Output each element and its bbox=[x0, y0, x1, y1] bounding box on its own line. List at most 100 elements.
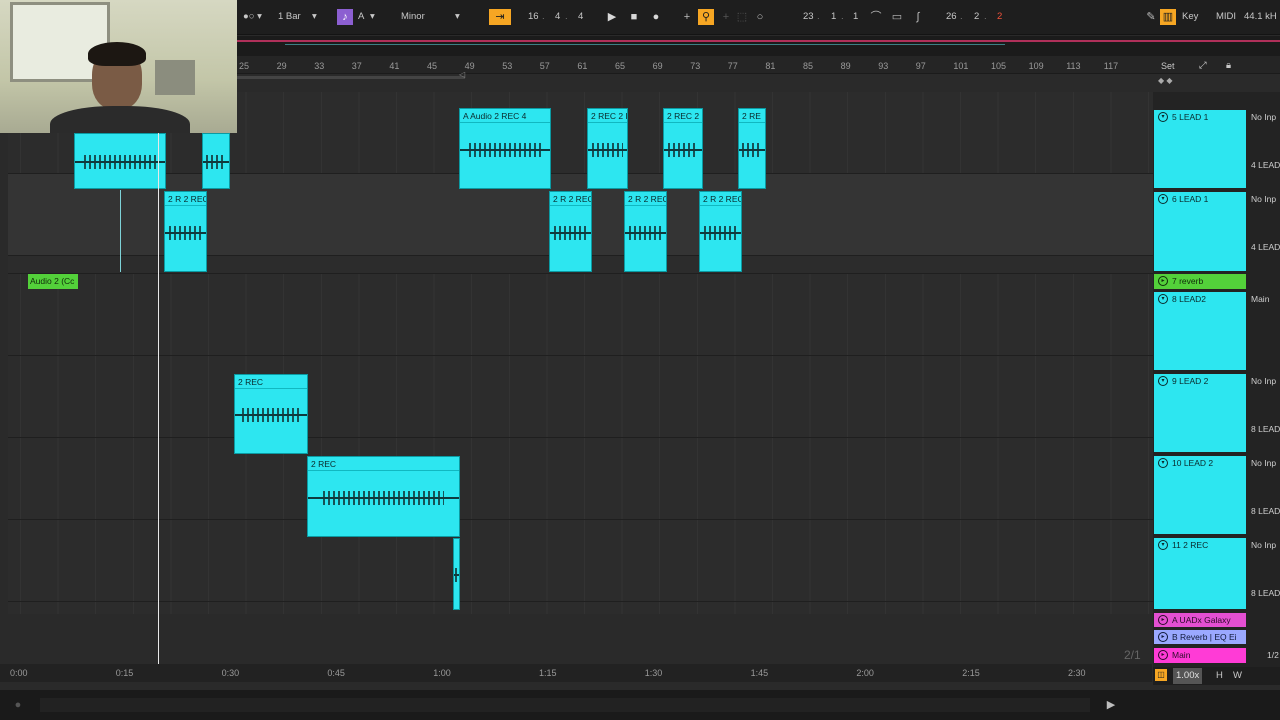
record-icon[interactable]: ● bbox=[648, 9, 664, 25]
output-select[interactable]: 8 LEAD bbox=[1251, 424, 1280, 434]
track-header-9[interactable]: ▾ 9 LEAD 2 bbox=[1154, 374, 1246, 452]
loop-length-sixteenths[interactable]: 2 bbox=[997, 9, 1002, 25]
stop-icon[interactable]: ■ bbox=[626, 9, 642, 25]
zoom-readout[interactable]: 1.00x bbox=[1173, 668, 1203, 684]
ruler-tick: 25 bbox=[239, 61, 250, 71]
ruler-tick: 57 bbox=[539, 61, 550, 71]
clip[interactable]: 2 REC bbox=[307, 456, 460, 537]
zoom-icon[interactable]: ◫ bbox=[1155, 669, 1167, 681]
lane-9-lead-2[interactable] bbox=[8, 356, 1153, 438]
playhead[interactable] bbox=[158, 92, 159, 664]
time-label: 1:45 bbox=[750, 668, 769, 678]
clip[interactable] bbox=[202, 133, 230, 189]
reverb-audio-clip[interactable]: Audio 2 (Cc bbox=[28, 274, 78, 289]
play-icon[interactable]: ▶ bbox=[1103, 697, 1119, 713]
ruler-tick: 53 bbox=[502, 61, 513, 71]
output-select[interactable]: Main bbox=[1251, 294, 1269, 304]
clip[interactable]: 2 R 2 REC bbox=[164, 191, 207, 272]
metronome-toggle[interactable]: ●○ ▾ bbox=[243, 9, 262, 25]
time-label: 1:00 bbox=[433, 668, 451, 678]
input-select[interactable]: No Inp bbox=[1251, 376, 1276, 386]
lock-icon[interactable]: 🔒︎ bbox=[1226, 58, 1231, 74]
fold-icon: ▾ bbox=[1158, 540, 1168, 550]
output-select[interactable]: 4 LEAD bbox=[1251, 242, 1280, 252]
input-select[interactable]: No Inp bbox=[1251, 194, 1276, 204]
scroll-arrows-icon[interactable]: ◆ ◆ bbox=[1158, 76, 1173, 85]
time-label: 0:45 bbox=[327, 668, 345, 678]
loop-start-bars[interactable]: 23 bbox=[803, 9, 814, 25]
punch-in-icon[interactable]: + bbox=[718, 9, 734, 25]
output-select[interactable]: 4 LEAD bbox=[1251, 160, 1280, 170]
track-header-11[interactable]: ▾ 11 2 REC bbox=[1154, 538, 1246, 609]
loop-length-beats[interactable]: 2 bbox=[974, 9, 979, 25]
input-select[interactable]: No Inp bbox=[1251, 458, 1276, 468]
clip[interactable]: 2 R 2 REC bbox=[624, 191, 667, 272]
loop-switch-icon[interactable]: ▭ bbox=[889, 9, 905, 25]
clip[interactable]: 2 REC 2 F bbox=[587, 108, 628, 189]
ruler-tick: 69 bbox=[652, 61, 663, 71]
scale-mode-icon[interactable]: ♪ bbox=[337, 9, 353, 25]
horizontal-scrollbar[interactable] bbox=[40, 698, 1090, 712]
track-header-8[interactable]: ▾ 8 LEAD2 bbox=[1154, 292, 1246, 370]
output-select[interactable]: 8 LEAD bbox=[1251, 588, 1280, 598]
position-beats[interactable]: 4 bbox=[555, 9, 560, 25]
track-header-5[interactable]: ▾ 5 LEAD 1 bbox=[1154, 110, 1246, 188]
quantize-menu[interactable]: 1 Bar bbox=[278, 9, 301, 25]
lane-8-lead2[interactable] bbox=[8, 274, 1153, 356]
position-bars[interactable]: 16 bbox=[528, 9, 539, 25]
w-button[interactable]: W bbox=[1233, 668, 1242, 684]
input-select[interactable]: No Inp bbox=[1251, 540, 1276, 550]
lane-11-2-rec[interactable] bbox=[8, 520, 1153, 602]
clip[interactable] bbox=[74, 133, 166, 189]
clip[interactable]: A Audio 2 REC 4 bbox=[459, 108, 551, 189]
clip[interactable]: 2 REC bbox=[234, 374, 308, 454]
return-track-b[interactable]: ▸ B Reverb | EQ Ei bbox=[1154, 630, 1246, 644]
expand-icon[interactable]: ⤢ bbox=[1199, 58, 1207, 74]
clip[interactable] bbox=[453, 538, 460, 610]
chevron-down-icon[interactable]: ▾ bbox=[370, 9, 375, 25]
play-icon[interactable]: ▶ bbox=[604, 9, 620, 25]
midi-map-button[interactable]: MIDI bbox=[1216, 9, 1236, 25]
clip[interactable]: 2 R 2 REC bbox=[699, 191, 742, 272]
return-track-a[interactable]: ▸ A UADx Galaxy bbox=[1154, 613, 1246, 627]
info-icon[interactable]: ● bbox=[10, 697, 26, 713]
input-select[interactable]: No Inp bbox=[1251, 112, 1276, 122]
lane-10-lead-2[interactable] bbox=[8, 438, 1153, 520]
curve-icon[interactable]: ∫ bbox=[910, 9, 926, 25]
fold-icon: ▸ bbox=[1158, 615, 1168, 625]
set-button[interactable]: Set bbox=[1161, 58, 1175, 74]
main-track[interactable]: ▸ Main bbox=[1154, 648, 1246, 663]
ruler-tick: 85 bbox=[803, 61, 814, 71]
track-header-6[interactable]: ▾ 6 LEAD 1 bbox=[1154, 192, 1246, 271]
add-icon[interactable]: + bbox=[679, 9, 695, 25]
session-record-icon[interactable]: ⬚ bbox=[734, 9, 750, 25]
output-select[interactable]: 8 LEAD bbox=[1251, 506, 1280, 516]
loop-icon[interactable]: ○ bbox=[752, 9, 768, 25]
time-ruler[interactable]: 0:00 0:15 0:30 0:45 1:00 1:15 1:30 1:45 2:00 2:15… bbox=[0, 664, 1152, 682]
track-header-10[interactable]: ▾ 10 LEAD 2 bbox=[1154, 456, 1246, 534]
key-select[interactable]: A bbox=[358, 9, 364, 25]
automation-arm-icon[interactable]: ⚲ bbox=[698, 9, 714, 25]
pencil-icon[interactable]: ✎ bbox=[1143, 9, 1159, 25]
key-map-button[interactable]: Key bbox=[1182, 9, 1198, 25]
clip[interactable]: 2 REC 2 F bbox=[663, 108, 703, 189]
loop-brace[interactable]: ◁ bbox=[237, 70, 1152, 82]
follow-icon[interactable]: ⇥ bbox=[489, 9, 511, 25]
chevron-down-icon[interactable]: ▾ bbox=[455, 9, 460, 25]
position-sixteenths[interactable]: 4 bbox=[578, 9, 583, 25]
clip[interactable]: 2 RE bbox=[738, 108, 766, 189]
loop-start-beats[interactable]: 1 bbox=[831, 9, 836, 25]
chevron-down-icon[interactable]: ▾ bbox=[312, 9, 317, 25]
ruler-tick: 41 bbox=[389, 61, 400, 71]
scale-select[interactable]: Minor bbox=[401, 9, 425, 25]
h-button[interactable]: H bbox=[1216, 668, 1223, 684]
arrangement-view[interactable]: A Audio 2 REC 4 2 REC 2 F 2 REC 2 F 2 RE… bbox=[8, 92, 1153, 614]
loop-length-bars[interactable]: 26 bbox=[946, 9, 957, 25]
clip[interactable]: 2 R 2 REC bbox=[549, 191, 592, 272]
fold-icon: ▾ bbox=[1158, 112, 1168, 122]
loop-start-sixteenths[interactable]: 1 bbox=[853, 9, 858, 25]
keyboard-icon[interactable]: ▥ bbox=[1160, 9, 1176, 25]
draw-mode-icon[interactable]: ⌒ bbox=[868, 9, 884, 25]
track-header-7[interactable]: ▸ 7 reverb bbox=[1154, 274, 1246, 289]
arrangement-overview[interactable] bbox=[237, 36, 1280, 56]
